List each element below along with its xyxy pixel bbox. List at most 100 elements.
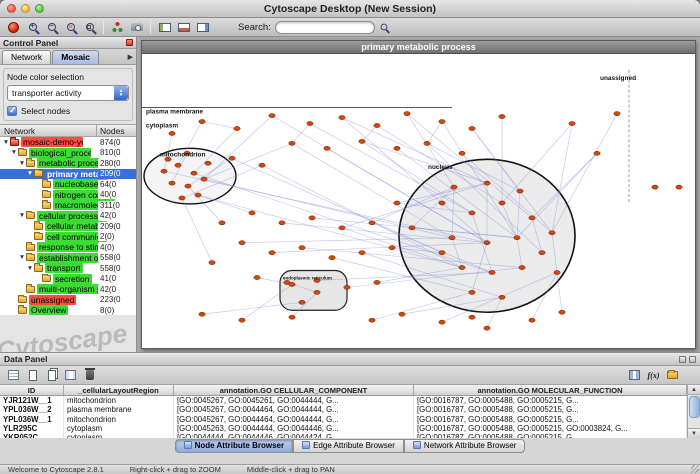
graph-node[interactable]	[259, 163, 265, 167]
dock-control-panel-icon[interactable]	[155, 19, 174, 35]
graph-node[interactable]	[424, 141, 430, 145]
graph-node[interactable]	[289, 315, 295, 319]
zoom-out-icon[interactable]: −	[42, 19, 61, 35]
graph-node[interactable]	[529, 216, 535, 220]
network-window[interactable]: primary metabolic process plasma membran…	[141, 40, 696, 349]
graph-node[interactable]	[199, 119, 205, 123]
graph-node[interactable]	[249, 211, 255, 215]
graph-node[interactable]	[191, 171, 197, 175]
graph-node[interactable]	[499, 114, 505, 118]
graph-node[interactable]	[161, 169, 167, 173]
graph-node[interactable]	[469, 126, 475, 130]
expand-arrow-icon[interactable]: ▼	[18, 212, 26, 219]
graph-node[interactable]	[219, 221, 225, 225]
graph-node[interactable]	[517, 189, 523, 193]
select-nodes-checkbox[interactable]	[7, 106, 17, 116]
tree-column-nodes[interactable]: Nodes	[97, 125, 136, 136]
graph-node[interactable]	[269, 113, 275, 117]
graph-node[interactable]	[499, 201, 505, 205]
tree-row[interactable]: secretion41(0	[0, 274, 136, 285]
graph-node[interactable]	[484, 326, 490, 330]
graph-node[interactable]	[459, 265, 465, 269]
graph-node[interactable]	[469, 211, 475, 215]
graph-node[interactable]	[549, 231, 555, 235]
graph-node[interactable]	[399, 312, 405, 316]
graph-node[interactable]	[369, 221, 375, 225]
expand-arrow-icon[interactable]: ▼	[26, 170, 34, 177]
graph-node[interactable]	[459, 151, 465, 155]
graph-node[interactable]	[344, 285, 350, 289]
attribute-matrix-icon[interactable]	[625, 367, 644, 383]
graph-node[interactable]	[652, 185, 658, 189]
graph-node[interactable]	[339, 226, 345, 230]
tree-row[interactable]: ▼establishment of lo...558(0	[0, 253, 136, 264]
graph-node[interactable]	[169, 181, 175, 185]
graph-node[interactable]	[239, 241, 245, 245]
zoom-fit-icon[interactable]	[80, 19, 99, 35]
graph-node[interactable]	[229, 156, 235, 160]
attribute-select-icon[interactable]	[4, 367, 23, 383]
graph-node[interactable]	[559, 310, 565, 314]
scroll-down-icon[interactable]: ▼	[688, 428, 700, 438]
graph-node[interactable]	[374, 280, 380, 284]
graph-node[interactable]	[239, 318, 245, 322]
graph-node[interactable]	[439, 119, 445, 123]
table-row[interactable]: YJR121W__1mitochondrion[GO:0045267, GO:0…	[0, 396, 687, 405]
graph-node[interactable]	[339, 115, 345, 119]
tab-mosaic[interactable]: Mosaic	[52, 50, 99, 64]
network-snapshot-icon[interactable]	[127, 19, 146, 35]
graph-node[interactable]	[451, 185, 457, 189]
table-vertical-scrollbar[interactable]: ▲ ▼	[687, 385, 700, 438]
graph-node[interactable]	[499, 295, 505, 299]
tab-node-attribute-browser[interactable]: Node Attribute Browser	[175, 439, 294, 453]
graph-node[interactable]	[359, 251, 365, 255]
expand-arrow-icon[interactable]: ▼	[18, 254, 26, 261]
tree-row[interactable]: unassigned223(0	[0, 295, 136, 306]
graph-node[interactable]	[404, 112, 410, 116]
graph-node[interactable]	[569, 121, 575, 125]
graph-node[interactable]	[519, 265, 525, 269]
graph-node[interactable]	[307, 121, 313, 125]
graph-node[interactable]	[489, 270, 495, 274]
graph-node[interactable]	[469, 315, 475, 319]
graph-node[interactable]	[234, 126, 240, 130]
graph-node[interactable]	[289, 282, 295, 286]
table-column-header[interactable]: _cellularLayoutRegion	[64, 385, 174, 395]
graph-node[interactable]	[175, 163, 181, 167]
resize-grip[interactable]	[691, 465, 699, 473]
tree-row[interactable]: ▼cellular process42(0	[0, 211, 136, 222]
table-column-header[interactable]: ID	[0, 385, 64, 395]
search-input[interactable]	[275, 21, 375, 34]
table-row[interactable]: YPL036W__1mitochondrion[GO:0045267, GO:0…	[0, 415, 687, 424]
tree-row[interactable]: macromolecule...311(0	[0, 200, 136, 211]
tree-row[interactable]: response to stimul...4(0)	[0, 242, 136, 253]
table-column-header[interactable]: annotation.GO MOLECULAR_FUNCTION	[414, 385, 687, 395]
dock-results-panel-icon[interactable]	[193, 19, 212, 35]
graph-node[interactable]	[369, 318, 375, 322]
expand-arrow-icon[interactable]: ▼	[18, 160, 26, 167]
graph-node[interactable]	[614, 112, 620, 116]
graph-node[interactable]	[594, 151, 600, 155]
tree-row[interactable]: nitrogen compo...40(0	[0, 190, 136, 201]
tab-network[interactable]: Network	[2, 50, 51, 64]
close-panel-icon[interactable]	[126, 39, 133, 46]
network-canvas[interactable]: plasma membranecytoplasmmitochondrionnuc…	[142, 54, 695, 348]
graph-node[interactable]	[539, 251, 545, 255]
expand-arrow-icon[interactable]: ▼	[26, 265, 34, 272]
import-attributes-icon[interactable]	[663, 367, 682, 383]
graph-node[interactable]	[389, 246, 395, 250]
graph-node[interactable]	[299, 246, 305, 250]
tab-network-attribute-browser[interactable]: Network Attribute Browser	[404, 439, 525, 453]
network-window-title[interactable]: primary metabolic process	[142, 41, 695, 54]
graph-node[interactable]	[449, 236, 455, 240]
graph-node[interactable]	[299, 300, 305, 304]
expand-arrow-icon[interactable]: ▼	[10, 149, 18, 156]
formula-builder-icon[interactable]: f(x)	[644, 367, 663, 383]
graph-node[interactable]	[179, 196, 185, 200]
zoom-selected-icon[interactable]	[61, 19, 80, 35]
graph-node[interactable]	[205, 161, 211, 165]
tree-row[interactable]: ▼mosaic-demo-yeast874(0	[0, 137, 136, 148]
graph-node[interactable]	[185, 184, 191, 188]
window-titlebar[interactable]: Cytoscape Desktop (New Session)	[0, 0, 700, 18]
table-column-header[interactable]: annotation.GO CELLULAR_COMPONENT	[174, 385, 414, 395]
